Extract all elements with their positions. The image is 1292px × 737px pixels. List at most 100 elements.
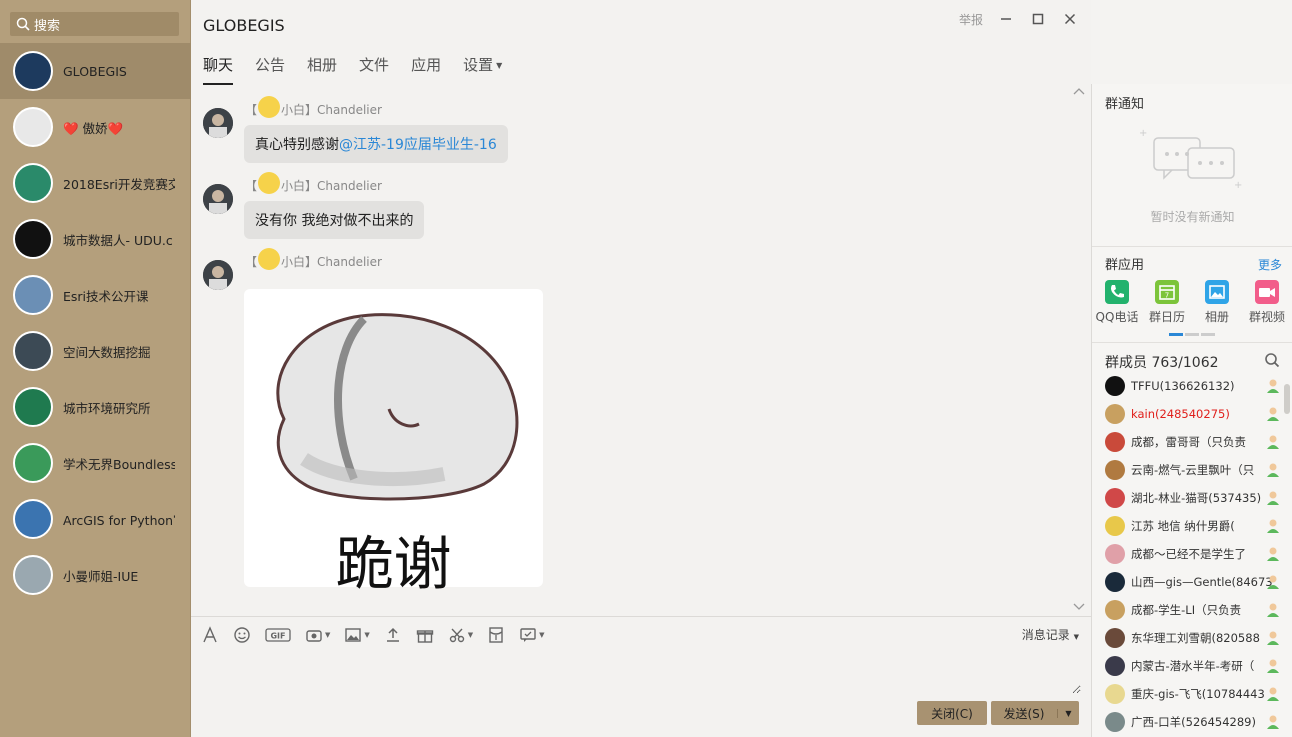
avatar [1105,488,1125,508]
member-name: 重庆-gis-飞飞(10784443 [1131,687,1265,701]
video-icon [1255,280,1279,304]
member-list-scrollbar[interactable] [1284,384,1290,414]
send-options-chevron-icon[interactable]: ▼ [1057,708,1079,718]
conversation-item[interactable]: 城市数据人- UDU.c [0,211,191,267]
member-name: 江苏 地信 纳什男爵( [1131,519,1235,533]
tab-label: 文件 [359,56,390,74]
minimize-icon[interactable] [997,10,1015,28]
chevron-up-icon[interactable] [1073,84,1085,98]
online-status-icon [1267,407,1279,421]
sticker-image[interactable]: 跪谢 [244,289,543,598]
tab-files[interactable]: 文件 [359,54,389,83]
avatar [13,443,53,483]
avatar[interactable] [203,184,233,214]
search-icon[interactable] [1264,352,1280,368]
member-item[interactable]: 成都-学生-LI（只负责 [1092,596,1292,624]
phone-icon [1105,280,1129,304]
avatar [1105,600,1125,620]
close-button[interactable]: 关闭(C) [917,701,987,725]
apps-more-link[interactable]: 更多 [1258,256,1282,273]
message-bubble[interactable]: 没有你 我绝对做不出来的 [244,201,425,239]
screenshot-button[interactable]: ▼ [305,626,330,644]
conversation-name: 小曼师姐-IUE [63,568,139,584]
sender-bracket: 【 [245,179,258,193]
gif-button[interactable]: GIF [265,626,291,644]
tab-label: 应用 [411,56,442,74]
apps-pagination[interactable] [1169,333,1215,336]
tab-announcement[interactable]: 公告 [255,54,285,83]
conversation-item[interactable]: 学术无界Boundless [0,435,191,491]
group-info-panel: 群通知 + + 暂时没有新通知 群应用 更多 QQ电话 7 群日历 相册 群视频… [1091,84,1292,737]
app-calendar[interactable]: 7 群日历 [1145,280,1189,325]
notice-title: 群通知 [1105,97,1145,112]
member-name: TFFU(136626132) [1131,379,1235,393]
message-bubble[interactable]: 真心特别感谢@江苏-19应届毕业生-16 [244,125,508,163]
member-item[interactable]: 广西-口羊(526454289) [1092,708,1292,736]
emoji-button[interactable] [233,626,251,644]
conversation-sidebar: 搜索 GLOBEGIS ❤️ 傲娇❤️ 2018Esri开发竞赛交 城市数据人- UD… [0,0,191,737]
search-input[interactable]: 搜索 [10,12,179,36]
chevron-down-icon[interactable] [1073,600,1085,614]
avatar[interactable] [203,260,233,290]
mention-link[interactable]: @江苏-19应届毕业生-16 [339,137,497,153]
sender-name: 【 小白 】Chandelier [245,96,382,118]
avatar [13,499,53,539]
close-icon[interactable] [1061,10,1079,28]
app-video[interactable]: 群视频 [1245,280,1289,325]
conversation-item[interactable]: ArcGIS for Python官 [0,491,191,547]
conversation-item[interactable]: 空间大数据挖掘 [0,323,191,379]
member-item[interactable]: 成都～已经不是学生了 [1092,540,1292,568]
conversation-name: ❤️ 傲娇❤️ [63,120,124,136]
image-button[interactable]: ▼ [344,626,370,644]
conversation-item[interactable]: GLOBEGIS [0,43,191,99]
message-list[interactable]: 【 小白 】Chandelier 真心特别感谢@江苏-19应届毕业生-16 【 … [191,84,1091,616]
app-album[interactable]: 相册 [1195,280,1239,325]
sender-name: 【 小白 】Chandelier [245,172,382,194]
avatar [1105,516,1125,536]
upload-icon [386,627,399,642]
app-label: 群日历 [1148,310,1185,324]
image-icon [345,627,362,642]
member-item[interactable]: 内蒙古-潜水半年-考研（ [1092,652,1292,680]
member-item[interactable]: 江苏 地信 纳什男爵( [1092,512,1292,540]
member-item[interactable]: TFFU(136626132) [1092,372,1292,400]
maximize-icon[interactable] [1029,10,1047,28]
message-input[interactable] [201,654,1081,694]
chat-title: GLOBEGIS [203,16,285,35]
red-packet-button[interactable] [487,626,505,644]
gift-button[interactable] [416,626,434,644]
member-item[interactable]: 湖北-林业-猫哥(537435) [1092,484,1292,512]
tab-album[interactable]: 相册 [307,54,337,83]
tab-label: 公告 [255,56,286,74]
member-item[interactable]: kain(248540275) [1092,400,1292,428]
font-button[interactable] [201,625,219,644]
conversation-item[interactable]: Esri技术公开课 [0,267,191,323]
conversation-item[interactable]: 城市环境研究所 [0,379,191,435]
conversation-name: 城市环境研究所 [63,400,151,416]
member-item[interactable]: 山西—gis—Gentle(84673 [1092,568,1292,596]
app-qq-call[interactable]: QQ电话 [1095,280,1139,325]
conversation-item[interactable]: ❤️ 傲娇❤️ [0,99,191,155]
tab-settings[interactable]: 设置 ▼ [463,54,502,83]
message-history-button[interactable]: 消息记录 ▼ [1022,626,1079,643]
sender-nick: 】Chandelier [305,255,382,269]
conversation-item[interactable]: 2018Esri开发竞赛交 [0,155,191,211]
online-status-icon [1267,379,1279,393]
member-item[interactable]: 重庆-gis-飞飞(10784443 [1092,680,1292,708]
upload-file-button[interactable] [384,626,402,644]
conversation-item[interactable]: 小曼师姐-IUE [0,547,191,603]
chat-tabs: 聊天 公告 相册 文件 应用 设置 ▼ [203,54,524,85]
tab-chat[interactable]: 聊天 [203,54,234,85]
member-item[interactable]: 东华理工刘雪朝(820588 [1092,624,1292,652]
tab-label: 相册 [307,56,338,74]
member-item[interactable]: 成都，雷哥哥（只负责 [1092,428,1292,456]
photo-icon [1205,280,1229,304]
message-text: 没有你 我绝对做不出来的 [255,213,414,229]
scissors-button[interactable]: ▼ [448,626,473,644]
send-button[interactable]: 发送(S) ▼ [991,701,1079,725]
member-item[interactable]: 云南-燃气-云里飘叶（只 [1092,456,1292,484]
avatar[interactable] [203,108,233,138]
report-link[interactable]: 举报 [959,11,983,28]
tab-apps[interactable]: 应用 [411,54,441,83]
more-tools-button[interactable]: ▼ [519,626,545,644]
